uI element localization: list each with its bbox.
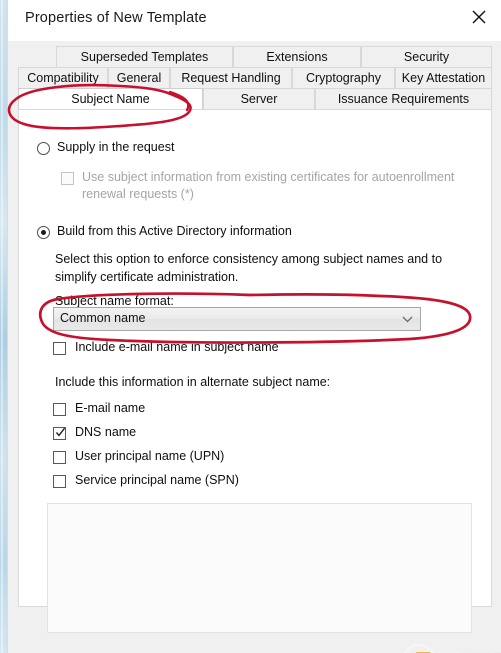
build-from-ad-label: Build from this Active Directory informa… <box>57 224 292 238</box>
subject-name-format-label: Subject name format: <box>55 294 174 308</box>
tab-key-attestation[interactable]: Key Attestation <box>395 67 492 88</box>
alternate-subject-name-heading: Include this information in alternate su… <box>55 375 331 389</box>
alt-upn-label: User principal name (UPN) <box>75 449 225 463</box>
properties-dialog: Properties of New Template Superseded Te… <box>7 0 501 653</box>
watermark-chinese-text: 创新互联 <box>433 647 501 653</box>
tab-label: Security <box>403 50 450 64</box>
chevron-down-icon <box>402 316 413 323</box>
watermark: 创新互联 CHUANGXIN HULIAN <box>401 639 501 653</box>
include-email-label: Include e-mail name in subject name <box>75 340 279 354</box>
subject-name-format-value: Common name <box>60 311 146 325</box>
tab-request-handling[interactable]: Request Handling <box>170 67 292 88</box>
tab-label: Server <box>240 92 278 106</box>
alt-spn-checkbox[interactable] <box>53 475 66 488</box>
close-button[interactable] <box>456 0 501 33</box>
tab-compatibility[interactable]: Compatibility <box>18 67 108 88</box>
tab-label: Issuance Requirements <box>337 92 470 106</box>
tab-label: Compatibility <box>27 71 99 85</box>
tab-extensions[interactable]: Extensions <box>233 46 361 67</box>
title-bar: Properties of New Template <box>8 0 501 41</box>
build-from-ad-radio[interactable] <box>37 226 50 239</box>
alt-upn-checkbox[interactable] <box>53 451 66 464</box>
tab-superseded-templates[interactable]: Superseded Templates <box>56 46 233 67</box>
tab-subject-name[interactable]: Subject Name <box>18 88 203 109</box>
alt-dns-name-checkbox[interactable] <box>53 427 66 440</box>
tab-label: Request Handling <box>181 71 281 85</box>
tab-general[interactable]: General <box>108 67 170 88</box>
build-description-text: Select this option to enforce consistenc… <box>55 252 443 284</box>
dialog-body: Superseded Templates Extensions Security… <box>8 41 501 653</box>
subject-name-panel: Supply in the request Use subject inform… <box>18 109 492 633</box>
include-email-checkbox[interactable] <box>53 342 66 355</box>
alt-dns-name-label: DNS name <box>75 425 137 439</box>
tab-row-2: Compatibility General Request Handling C… <box>18 67 492 88</box>
tab-security[interactable]: Security <box>361 46 492 67</box>
tab-row-1: Superseded Templates Extensions Security <box>18 46 492 67</box>
tab-label: Subject Name <box>71 92 150 106</box>
autoenrollment-checkbox[interactable] <box>61 172 74 185</box>
tab-server[interactable]: Server <box>203 88 315 109</box>
supply-in-request-radio[interactable] <box>37 142 50 155</box>
tab-label: Cryptography <box>305 71 382 85</box>
brand-logo-icon <box>403 643 435 653</box>
tab-strip: Superseded Templates Extensions Security… <box>18 46 492 110</box>
tab-issuance-requirements[interactable]: Issuance Requirements <box>315 88 492 109</box>
tab-label: General <box>116 71 162 85</box>
tab-label: Superseded Templates <box>80 50 209 64</box>
screen: Properties of New Template Superseded Te… <box>0 0 501 653</box>
close-icon <box>472 10 486 23</box>
alt-spn-label: Service principal name (SPN) <box>75 473 239 487</box>
checkmark-icon <box>55 427 66 437</box>
alt-email-name-checkbox[interactable] <box>53 403 66 416</box>
tab-row-3: Subject Name Server Issuance Requirement… <box>18 88 492 109</box>
tab-label: Extensions <box>266 50 328 64</box>
supply-in-request-label: Supply in the request <box>57 140 175 154</box>
autoenrollment-label: Use subject information from existing ce… <box>82 170 455 201</box>
alt-email-name-label: E-mail name <box>75 401 146 415</box>
subject-name-format-dropdown[interactable]: Common name <box>53 307 421 331</box>
alternate-subject-name-group <box>47 503 472 633</box>
tab-cryptography[interactable]: Cryptography <box>292 67 395 88</box>
background-window-strip <box>0 0 7 653</box>
tab-label: Key Attestation <box>401 71 486 85</box>
window-title: Properties of New Template <box>25 10 207 26</box>
